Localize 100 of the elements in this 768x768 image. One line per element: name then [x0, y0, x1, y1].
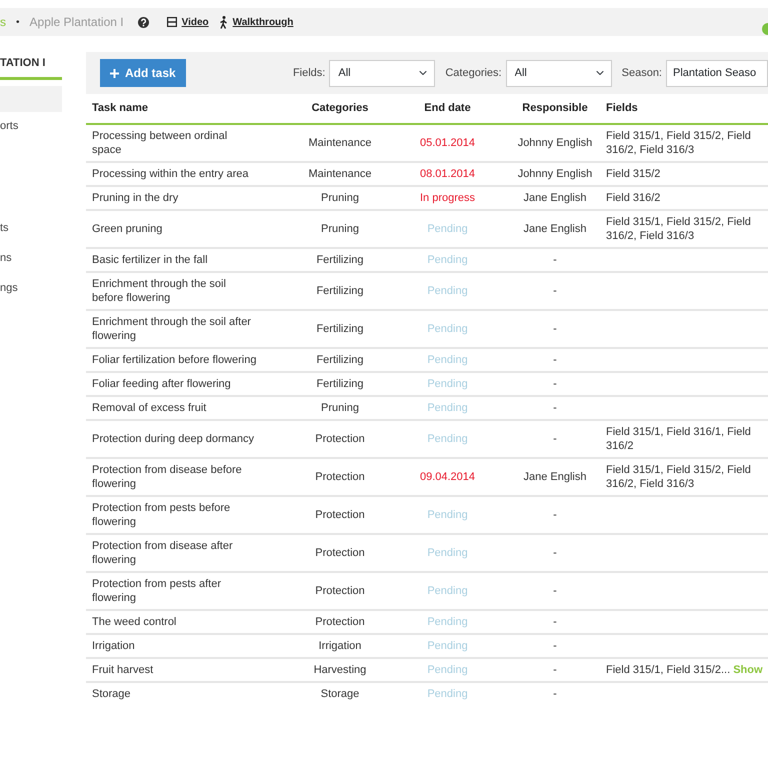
filter-label: Fields: [292, 66, 326, 81]
category-cell: Protection [295, 610, 385, 634]
fields-cell: Field 315/1, Field 315/2, Field 316/2, Field 316/3 [600, 458, 768, 496]
category-cell: Fertilizing [295, 348, 385, 372]
column-header: Fields [600, 94, 768, 124]
category-cell: Maintenance [295, 124, 385, 162]
category-cell: Protection [295, 496, 385, 534]
help-icon[interactable] [138, 16, 149, 28]
task-name: Fruit harvest [86, 658, 295, 682]
task-name: Removal of excess fruit [86, 396, 295, 420]
category-cell: Storage [295, 682, 385, 704]
sidebar-item[interactable]: orts [0, 112, 62, 142]
end-date: Pending [385, 634, 510, 658]
end-date: Pending [385, 496, 510, 534]
task-name: Protection from pests before flowering [86, 496, 295, 534]
end-date: Pending [385, 272, 510, 310]
responsible-cell: - [510, 634, 600, 658]
end-date: 09.04.2014 [385, 458, 510, 496]
responsible-cell: - [510, 396, 600, 420]
task-name: Protection during deep dormancy [86, 420, 295, 458]
season-field[interactable]: Plantation Seaso [666, 60, 768, 86]
task-name: Foliar feeding after flowering [86, 372, 295, 396]
breadcrumb-separator: • [16, 16, 20, 30]
category-cell: Protection [295, 458, 385, 496]
task-name: Processing within the entry area [86, 162, 295, 186]
plus-icon [110, 68, 119, 78]
end-date: Pending [385, 248, 510, 272]
end-date: Pending [385, 420, 510, 458]
column-header: End date [385, 94, 510, 124]
task-name: Protection from pests after flowering [86, 572, 295, 610]
sidebar-item[interactable]: ns [0, 244, 62, 274]
task-name: Protection from disease before flowering [86, 458, 295, 496]
sidebar-item[interactable]: ts [0, 214, 62, 244]
filter-dropdown[interactable]: All [506, 60, 612, 86]
responsible-cell: - [510, 658, 600, 682]
end-date: Pending [385, 610, 510, 634]
end-date: Pending [385, 534, 510, 572]
fields-cell: Field 315/1, Field 316/1, Field 316/2 [600, 420, 768, 458]
category-cell: Fertilizing [295, 310, 385, 348]
responsible-cell: Jane English [510, 186, 600, 210]
end-date: Pending [385, 396, 510, 420]
category-cell: Protection [295, 572, 385, 610]
sidebar-title: TATION I [0, 52, 62, 80]
column-header: Categories [295, 94, 385, 124]
sidebar-item[interactable]: ngs [0, 274, 62, 304]
responsible-cell: - [510, 572, 600, 610]
category-cell: Fertilizing [295, 248, 385, 272]
fields-cell: Field 316/2 [600, 186, 768, 210]
filter-dropdown[interactable]: All [329, 60, 436, 86]
responsible-cell: - [510, 610, 600, 634]
task-name: Foliar fertilization before flowering [86, 348, 295, 372]
category-cell: Irrigation [295, 634, 385, 658]
category-cell: Maintenance [295, 162, 385, 186]
responsible-cell: - [510, 534, 600, 572]
responsible-cell: Jane English [510, 458, 600, 496]
responsible-cell: - [510, 348, 600, 372]
walking-person-icon [218, 16, 228, 28]
task-name: Irrigation [86, 634, 295, 658]
responsible-cell: - [510, 682, 600, 704]
film-icon [166, 17, 177, 27]
category-cell: Fertilizing [295, 272, 385, 310]
category-cell: Harvesting [295, 658, 385, 682]
filter-label: Season: [622, 66, 662, 81]
end-date: 08.01.2014 [385, 162, 510, 186]
responsible-cell: - [510, 272, 600, 310]
task-name: Green pruning [86, 210, 295, 248]
responsible-cell: - [510, 420, 600, 458]
column-header: Task name [86, 94, 295, 124]
breadcrumb-current: Apple Plantation I [30, 14, 124, 31]
category-cell: Pruning [295, 210, 385, 248]
task-name: The weed control [86, 610, 295, 634]
fields-cell: Field 315/2 [600, 162, 768, 186]
walkthrough-link[interactable]: Walkthrough [232, 14, 294, 30]
category-cell: Protection [295, 420, 385, 458]
end-date: 05.01.2014 [385, 124, 510, 162]
task-name: Enrichment through the soil before flowering [86, 272, 295, 310]
end-date: Pending [385, 310, 510, 348]
end-date: Pending [385, 572, 510, 610]
end-date: Pending [385, 210, 510, 248]
responsible-cell: - [510, 310, 600, 348]
category-cell: Pruning [295, 396, 385, 420]
end-date: In progress [385, 186, 510, 210]
responsible-cell: Johnny English [510, 162, 600, 186]
end-date: Pending [385, 348, 510, 372]
task-name: Processing between ordinal space [86, 124, 295, 162]
column-header: Responsible [510, 94, 600, 124]
end-date: Pending [385, 372, 510, 396]
add-task-button[interactable]: Add task [100, 59, 186, 87]
task-name: Enrichment through the soil after flowering [86, 310, 295, 348]
responsible-cell: - [510, 248, 600, 272]
fields-text: Field 315/1, Field 315/2... [606, 664, 730, 676]
filter-label: Categories: [445, 66, 502, 81]
fields-cell: Field 315/1, Field 315/2, Field 316/2, Field 316/3 [600, 210, 768, 248]
video-link[interactable]: Video [182, 14, 209, 30]
task-name: Storage [86, 682, 295, 704]
responsible-cell: Johnny English [510, 124, 600, 162]
category-cell: Pruning [295, 186, 385, 210]
task-name: Pruning in the dry [86, 186, 295, 210]
responsible-cell: - [510, 372, 600, 396]
category-cell: Protection [295, 534, 385, 572]
